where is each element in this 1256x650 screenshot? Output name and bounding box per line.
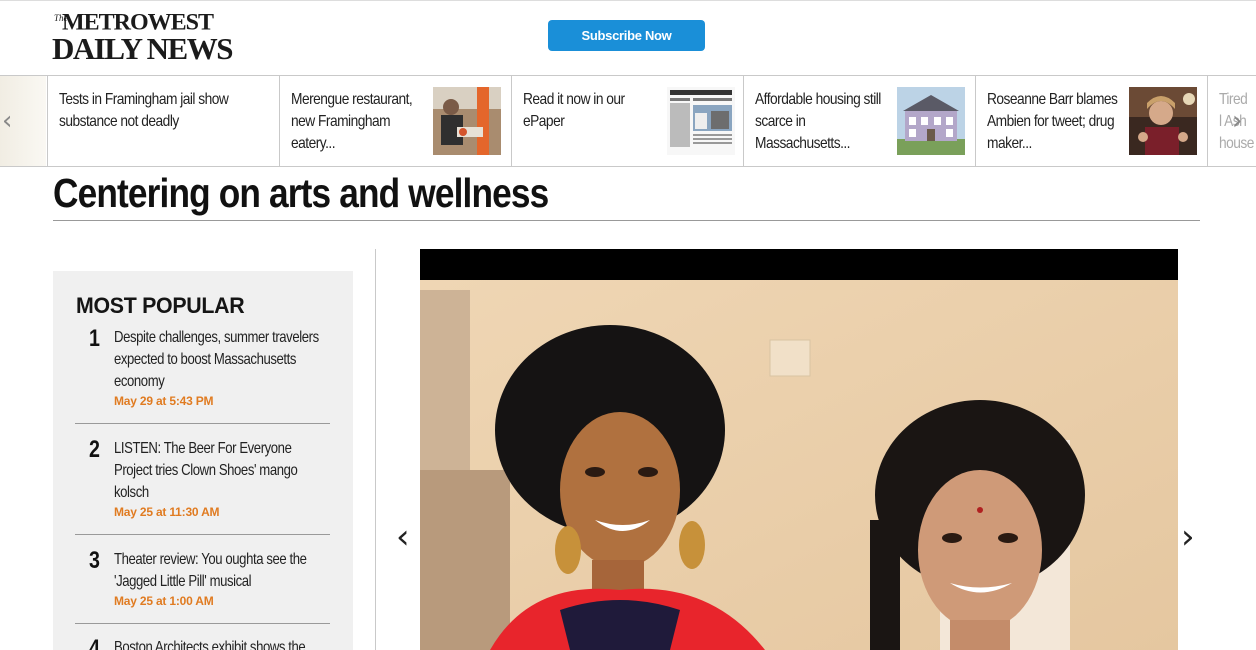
- carousel-card[interactable]: Roseanne Barr blames Ambien for tweet; d…: [975, 76, 1207, 166]
- carousel-thumbnail: [897, 87, 965, 155]
- logo-line-1: METROWEST: [62, 10, 214, 36]
- carousel-card-text: Read it now in our ePaper: [523, 91, 625, 130]
- carousel-card[interactable]: Affordable housing still scarce in Massa…: [743, 76, 975, 166]
- popular-title[interactable]: Despite challenges, summer travelers exp…: [114, 327, 327, 393]
- headline-carousel: ‹ Tests in Framingham jail show substanc…: [0, 75, 1256, 167]
- carousel-card[interactable]: Read it now in our ePaper: [511, 76, 743, 166]
- popular-rank: 2: [89, 436, 100, 463]
- title-divider: [53, 220, 1200, 221]
- popular-divider: [75, 423, 330, 424]
- site-header: The METROWEST DAILY NEWS Subscribe Now: [0, 0, 1256, 76]
- carousel-card-text: Merengue restaurant, new Framingham eate…: [291, 91, 413, 152]
- carousel-card[interactable]: Merengue restaurant, new Framingham eate…: [279, 76, 511, 166]
- gallery-top-bar: [420, 249, 1178, 280]
- popular-rank: 3: [89, 547, 100, 574]
- popular-title[interactable]: Boston Architects exhibit shows the: [114, 637, 327, 650]
- chevron-right-icon[interactable]: ›: [1181, 517, 1195, 557]
- popular-title[interactable]: Theater review: You oughta see the 'Jagg…: [114, 549, 327, 593]
- carousel-card[interactable]: Tests in Framingham jail show substance …: [47, 76, 279, 166]
- most-popular-panel: MOST POPULAR 1 Despite challenges, summe…: [53, 271, 353, 650]
- column-divider: [375, 249, 376, 650]
- popular-date: May 25 at 11:30 AM: [114, 505, 220, 519]
- chevron-right-icon[interactable]: ›: [1232, 106, 1242, 136]
- popular-date: May 29 at 5:43 PM: [114, 394, 214, 408]
- chevron-left-icon[interactable]: ‹: [396, 517, 410, 557]
- subscribe-button[interactable]: Subscribe Now: [548, 20, 705, 51]
- popular-divider: [75, 623, 330, 624]
- logo-line-2: DAILY NEWS: [52, 31, 233, 66]
- epaper-thumbnail: [667, 87, 735, 155]
- carousel-thumbnail: [1129, 87, 1197, 155]
- popular-date: May 25 at 1:00 AM: [114, 594, 214, 608]
- most-popular-heading: MOST POPULAR: [76, 293, 245, 318]
- carousel-thumbnail: [433, 87, 501, 155]
- gallery-photo[interactable]: [420, 280, 1178, 650]
- carousel-card-text: Affordable housing still scarce in Massa…: [755, 91, 881, 152]
- popular-rank: 4: [89, 635, 100, 650]
- carousel-card-text: Tests in Framingham jail show substance …: [59, 91, 229, 130]
- popular-divider: [75, 534, 330, 535]
- popular-rank: 1: [89, 325, 100, 352]
- popular-title[interactable]: LISTEN: The Beer For Everyone Project tr…: [114, 438, 327, 504]
- page-title: Centering on arts and wellness: [53, 170, 549, 216]
- carousel-card-text: Roseanne Barr blames Ambien for tweet; d…: [987, 91, 1118, 152]
- site-logo[interactable]: The METROWEST DAILY NEWS: [52, 10, 233, 66]
- chevron-left-icon[interactable]: ‹: [2, 106, 12, 136]
